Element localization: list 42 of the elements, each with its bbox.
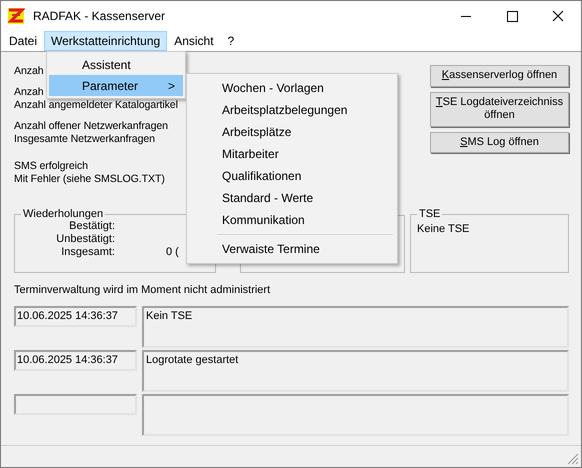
app-logo-icon [7, 7, 25, 25]
status-message: Terminverwaltung wird im Moment nicht administriert [14, 283, 272, 297]
menu-item[interactable]: ? [220, 31, 242, 51]
tse-status: Keine TSE [417, 223, 470, 235]
message-field: Kein TSE [142, 306, 569, 348]
resize-grip-icon[interactable] [567, 453, 579, 465]
stat-label: SMS erfolgreich [14, 160, 88, 173]
menu-item[interactable]: Ansicht [167, 31, 221, 51]
menu-entry[interactable]: Standard - Werte [189, 187, 395, 209]
menu-entry[interactable]: Arbeitsplätze [189, 121, 395, 143]
menu-entry[interactable]: Kommunikation [189, 209, 395, 231]
group-title: Wiederholungen [22, 208, 104, 220]
repeat-label: Bestätigt: [68, 220, 115, 233]
message-field: Logrotate gestartet [142, 350, 569, 392]
menu-entry[interactable]: Mitarbeiter [189, 143, 395, 165]
stat-label: Anzah [14, 86, 44, 99]
stat-label: Anzahl angemeldeter Katalogartikel [14, 99, 178, 112]
timestamp-field: 10.06.2025 14:36:37 [14, 306, 137, 327]
repeat-label: Insgesamt: [60, 246, 115, 259]
group-title: TSE [418, 208, 442, 220]
menu-entry[interactable]: Wochen - Vorlagen [189, 77, 395, 99]
menu-entry-label: Parameter [82, 78, 138, 92]
menu-entry[interactable]: Assistent [49, 54, 183, 75]
menu-item[interactable]: Werkstatteinrichtung [44, 31, 168, 51]
repeat-label: Unbestätigt: [55, 233, 115, 246]
menu-entry[interactable]: Verwaiste Termine [189, 238, 395, 260]
repeat-value: 0 ( [166, 246, 179, 259]
action-button[interactable]: TSE Logdateiverzeichniss öffnen [430, 92, 569, 126]
stat-label: Insgesamte Netzwerkanfragen [14, 133, 155, 146]
menu-entry[interactable]: Arbeitsplatzbelegungen [189, 99, 395, 121]
stat-label: Anzahl offener Netzwerkanfragen [14, 120, 168, 133]
submenu-arrow: > [168, 78, 175, 92]
stat-label: Anzah [14, 65, 44, 78]
menu-entry[interactable]: Parameter > [49, 75, 183, 96]
menu-item[interactable]: Datei [2, 31, 44, 51]
stat-label: Mit Fehler (siehe SMSLOG.TXT) [14, 173, 165, 186]
timestamp-field: 10.06.2025 14:36:37 [14, 350, 137, 371]
menu-entry[interactable]: Qualifikationen [189, 165, 395, 187]
window-title: RADFAK - Kassenserver [33, 9, 166, 23]
action-button[interactable]: SMS Log öffnen [430, 132, 569, 153]
action-button[interactable]: Kassenserverlog öffnen [430, 65, 569, 86]
menu-entry-label: Assistent [82, 58, 131, 72]
